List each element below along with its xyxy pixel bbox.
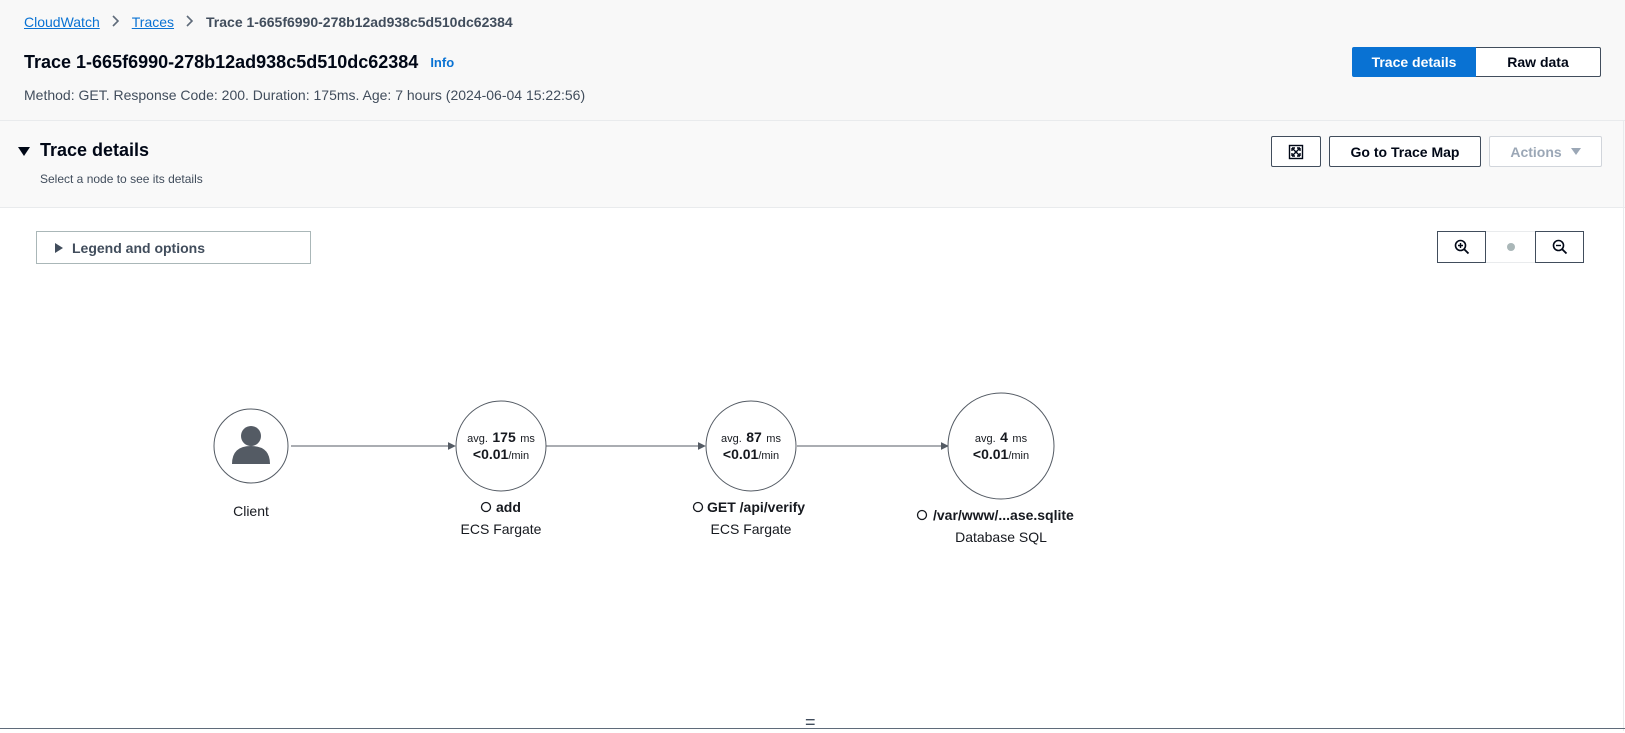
rate-value: <0.01 [973, 446, 1009, 462]
node-get-api-verify[interactable]: avg. 87 ms <0.01/min GET /api/verify ECS… [692, 400, 806, 537]
avg-prefix: avg. [975, 433, 996, 445]
trace-map: Client avg. 175 ms <0.01/min add ECS Far… [213, 392, 1075, 545]
avg-prefix: avg. [467, 433, 488, 445]
node-sqlite[interactable]: avg. 4 ms <0.01/min /var/www/...ase.sqli… [916, 392, 1075, 545]
status-ring-icon [480, 501, 492, 513]
node-sqlite-type: Database SQL [955, 529, 1047, 545]
node-add-type: ECS Fargate [461, 521, 542, 537]
rate-value: <0.01 [473, 446, 509, 462]
avg-value: 87 [746, 429, 762, 445]
rate-unit: /min [1008, 450, 1029, 462]
resize-handle-icon[interactable]: = [805, 712, 816, 733]
node-verify-name: GET /api/verify [707, 499, 805, 515]
avg-unit: ms [1012, 433, 1027, 445]
avg-unit: ms [766, 433, 781, 445]
rate-value: <0.01 [723, 446, 759, 462]
node-add-name: add [496, 499, 521, 515]
panel-bottom-border [0, 728, 1625, 729]
avg-prefix: avg. [721, 433, 742, 445]
avg-value: 4 [1000, 429, 1008, 445]
rate-unit: /min [758, 450, 779, 462]
status-ring-icon [692, 501, 704, 513]
avg-value: 175 [492, 429, 516, 445]
avg-unit: ms [520, 433, 535, 445]
rate-unit: /min [508, 450, 529, 462]
node-verify-type: ECS Fargate [711, 521, 792, 537]
panel-right-border [1623, 120, 1624, 731]
node-add[interactable]: avg. 175 ms <0.01/min add ECS Fargate [455, 400, 547, 537]
node-client[interactable]: Client [213, 408, 289, 519]
status-ring-icon [916, 509, 928, 521]
node-sqlite-name: /var/www/...ase.sqlite [933, 507, 1074, 523]
client-label: Client [233, 503, 269, 519]
